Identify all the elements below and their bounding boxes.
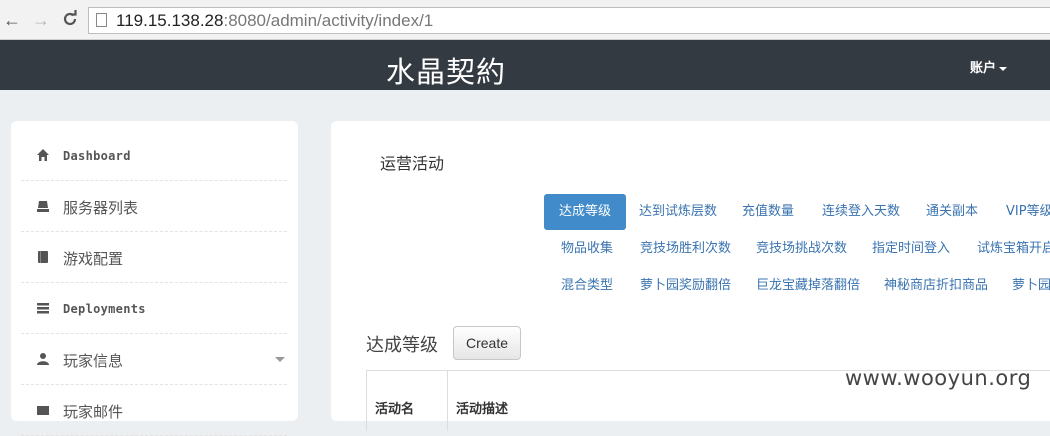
watermark-text: www.wooyun.org [845, 366, 1032, 390]
account-dropdown[interactable]: 账户 [970, 57, 1008, 76]
sidebar-item-player-mail[interactable]: 玩家邮件 [21, 386, 287, 436]
user-icon [37, 353, 49, 365]
sidebar-item-game-config[interactable]: 游戏配置 [21, 233, 287, 283]
activity-tab-clear-dungeon[interactable]: 通关副本 [911, 194, 993, 230]
forward-arrow-icon[interactable]: → [31, 10, 51, 30]
sidebar: Dashboard 服务器列表 游戏配置 Deployments 玩家信息 玩家… [11, 121, 298, 436]
sidebar-item-label: Deployments [63, 302, 146, 316]
activity-tab-login-days[interactable]: 连续登入天数 [807, 194, 915, 230]
sidebar-item-label: 游戏配置 [63, 251, 124, 268]
sidebar-item-servers[interactable]: 服务器列表 [21, 182, 287, 232]
sidebar-item-label: Dashboard [63, 149, 131, 163]
mail-icon [37, 406, 49, 415]
activity-tab-item-collect[interactable]: 物品收集 [546, 231, 628, 267]
sidebar-item-label: 服务器列表 [63, 200, 139, 217]
activity-tab-arena-wins[interactable]: 竞技场胜利次数 [625, 231, 746, 267]
home-icon [37, 149, 49, 161]
sidebar-item-dashboard[interactable]: Dashboard [21, 131, 287, 181]
table-header-name: 活动名 [366, 371, 448, 431]
create-button[interactable]: Create [453, 326, 521, 360]
activity-tab-mixed-type[interactable]: 混合类型 [546, 268, 628, 304]
activity-tab-mystery-shop-discount[interactable]: 神秘商店折扣商品 [869, 268, 1003, 304]
sidebar-item-label: 玩家信息 [63, 353, 124, 370]
activity-tab-trial-chest[interactable]: 试炼宝箱开启 [962, 231, 1050, 267]
book-icon [38, 251, 48, 263]
activity-tab-recharge-amount[interactable]: 充值数量 [727, 194, 809, 230]
address-bar[interactable]: 119.15.138.28:8080/admin/activity/index/… [88, 7, 1050, 34]
server-icon [37, 201, 49, 212]
reload-icon[interactable] [60, 10, 80, 30]
sidebar-item-deployments[interactable]: Deployments [21, 284, 287, 334]
sidebar-item-label: 玩家邮件 [63, 404, 124, 421]
sidebar-item-player-info[interactable]: 玩家信息 [21, 335, 287, 385]
activity-tab-arena-challenges[interactable]: 竞技场挑战次数 [741, 231, 862, 267]
activity-tab-timed-login[interactable]: 指定时间登入 [857, 231, 965, 267]
list-icon [37, 303, 49, 314]
account-label: 账户 [970, 61, 997, 76]
browser-toolbar: ← → 119.15.138.28:8080/admin/activity/in… [0, 0, 1050, 40]
chevron-down-icon [275, 357, 285, 362]
section-title: 运营活动 [380, 154, 445, 173]
activity-tab-reach-level[interactable]: 达成等级 [544, 194, 627, 230]
activity-tab-radish-garden-double[interactable]: 萝卜园奖励翻倍 [625, 268, 746, 304]
top-navbar: 水晶契約 账户 [0, 40, 1050, 90]
list-heading: 达成等级 [366, 335, 438, 356]
caret-down-icon [999, 66, 1008, 71]
url-text: 119.15.138.28:8080/admin/activity/index/… [116, 11, 434, 30]
activity-tab-trial-floors[interactable]: 达到试炼层数 [624, 194, 732, 230]
back-arrow-icon[interactable]: ← [2, 10, 22, 30]
page-icon [96, 13, 107, 27]
app-title: 水晶契約 [386, 55, 507, 89]
activity-tab-vip-level[interactable]: VIP等级 [991, 194, 1050, 230]
activity-tab-dragon-treasure-double[interactable]: 巨龙宝藏掉落翻倍 [741, 268, 875, 304]
activity-tab-radish-garden[interactable]: 萝卜园 [997, 268, 1050, 304]
